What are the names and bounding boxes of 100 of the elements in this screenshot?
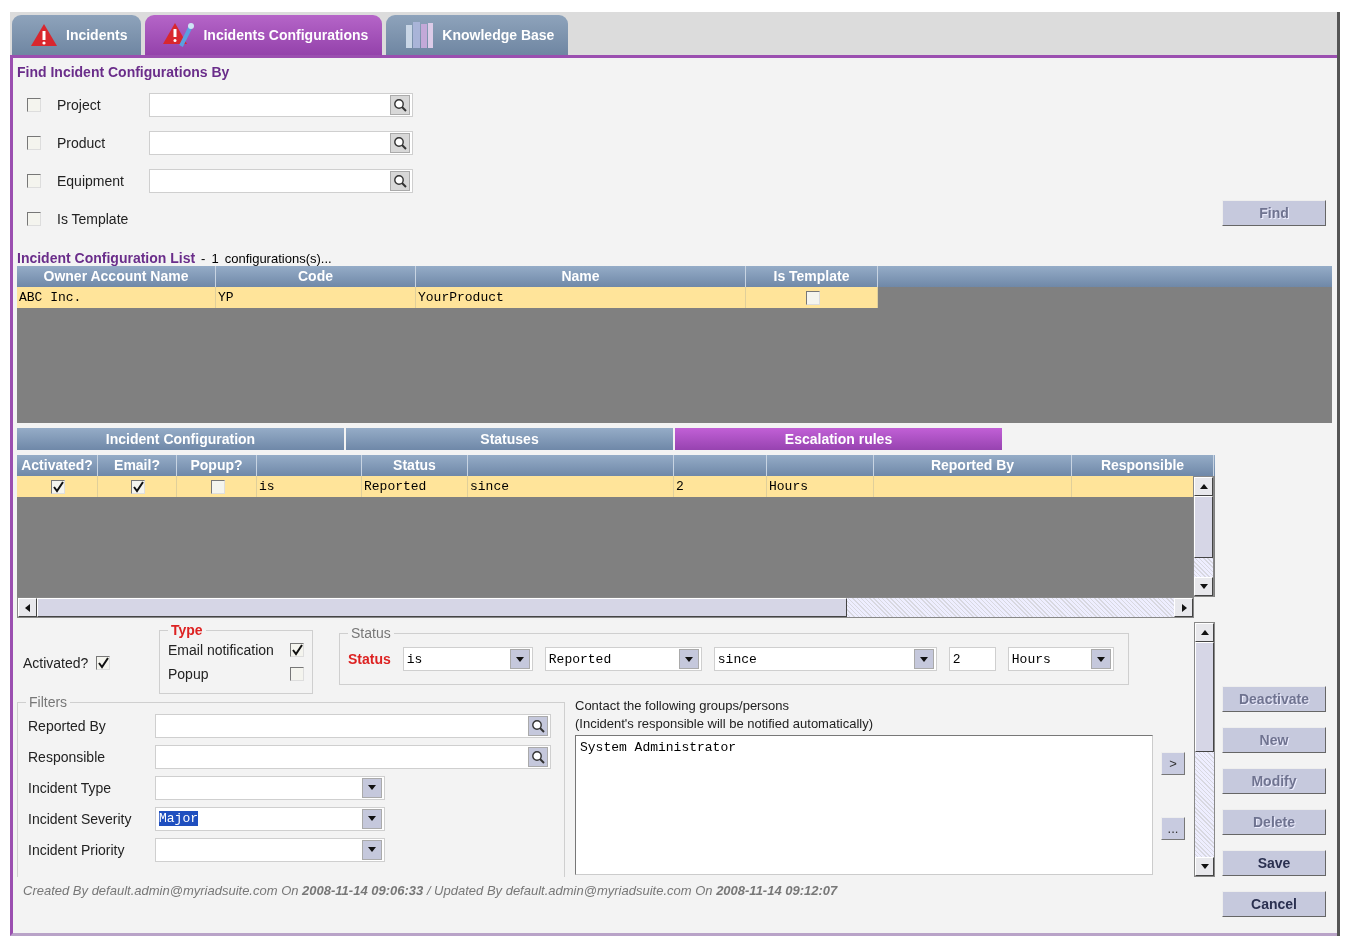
tab[interactable]: Statuses	[346, 428, 673, 450]
search-icon	[393, 98, 407, 112]
action-button[interactable]: Cancel	[1222, 891, 1326, 917]
table-cell: since	[468, 476, 674, 497]
search-button[interactable]	[390, 171, 410, 191]
instruction-text: Contact the following groups/persons	[575, 697, 790, 715]
checkbox[interactable]	[290, 667, 304, 681]
dropdown-field[interactable]: Major	[155, 806, 385, 831]
vertical-scrollbar[interactable]	[1193, 476, 1214, 597]
field-label: Project	[57, 97, 102, 113]
table-cell: Reported	[362, 476, 468, 497]
dropdown-field[interactable]	[155, 775, 385, 800]
tab-label: Knowledge Base	[442, 27, 555, 43]
checkbox[interactable]	[131, 479, 145, 494]
tab-label: Incidents Configurations	[203, 27, 369, 43]
dropdown-button[interactable]	[678, 649, 699, 669]
caret-icon	[1198, 582, 1209, 591]
lookup-field[interactable]	[149, 169, 413, 193]
tab[interactable]: Escalation rules	[675, 428, 1002, 450]
dropdown-field[interactable]: since	[713, 647, 937, 671]
checkbox[interactable]	[27, 136, 41, 150]
caret-icon	[367, 814, 377, 823]
field-label: Is Template	[57, 211, 130, 227]
caret-icon	[367, 783, 377, 792]
warning-wrench-icon	[163, 22, 196, 48]
scroll-down-button[interactable]	[1195, 857, 1214, 876]
audit-text: Created By default.admin@myriadsuite.com On 2008-11-14 09:06:33 / Updated By default.admin@myriadsuite.com On 2008-11-14 09:12:07	[22, 882, 839, 898]
scroll-up-button[interactable]	[1194, 477, 1213, 496]
search-icon	[531, 718, 545, 733]
vertical-scrollbar[interactable]	[1194, 622, 1215, 877]
search-icon	[393, 136, 407, 150]
checkbox[interactable]	[51, 479, 65, 494]
checkbox[interactable]	[210, 479, 225, 494]
search-button[interactable]	[390, 95, 410, 115]
books-icon	[404, 21, 435, 49]
add-button[interactable]: >	[1161, 752, 1185, 775]
recipients-field[interactable]: System Administrator	[575, 735, 1153, 875]
checkbox[interactable]	[27, 174, 41, 188]
option-label: Popup	[168, 666, 209, 682]
number-field[interactable]: 2	[948, 647, 996, 671]
dropdown-field[interactable]: Reported	[544, 647, 702, 671]
checkbox[interactable]	[27, 212, 41, 226]
tab-label: Incidents	[66, 27, 128, 43]
tab[interactable]: Incident Configuration	[17, 428, 344, 450]
lookup-field[interactable]	[155, 744, 551, 769]
scroll-thumb[interactable]	[1195, 642, 1214, 752]
search-button[interactable]	[390, 133, 410, 153]
option-label: Email notification	[168, 642, 274, 658]
table-cell: ABC Inc.	[17, 287, 216, 308]
scroll-thumb[interactable]	[1194, 496, 1213, 558]
lookup-field[interactable]	[149, 131, 413, 155]
dropdown-button[interactable]	[362, 839, 382, 860]
action-button[interactable]: Save	[1222, 850, 1326, 876]
section-title: Find Incident Configurations By	[17, 64, 231, 80]
caret-icon	[683, 654, 694, 664]
lookup-field[interactable]	[149, 93, 413, 117]
instruction-text: (Incident's responsible will be notified automatically)	[575, 715, 875, 733]
tab[interactable]: Incidents Configurations	[145, 15, 383, 55]
checkbox[interactable]	[805, 290, 820, 305]
tab[interactable]: Knowledge Base	[386, 15, 569, 55]
group-legend: Type	[168, 622, 206, 638]
more-button[interactable]: ...	[1161, 817, 1185, 840]
table-cell: is	[257, 476, 362, 497]
scroll-down-button[interactable]	[1194, 577, 1213, 596]
dropdown-button[interactable]	[509, 649, 530, 669]
lookup-field[interactable]	[155, 713, 551, 738]
dropdown-button[interactable]	[913, 649, 934, 669]
table-cell: YP	[216, 287, 416, 308]
field-label: Incident Severity	[28, 810, 133, 827]
horizontal-scrollbar[interactable]	[17, 597, 1194, 618]
dropdown-field[interactable]	[155, 837, 385, 862]
tab[interactable]: Incidents	[12, 15, 142, 55]
field-label: Incident Priority	[28, 841, 126, 858]
table-row[interactable]: ABC Inc. YP YourProduct	[17, 287, 878, 308]
scroll-thumb[interactable]	[37, 598, 847, 617]
dropdown-field[interactable]: Hours	[1007, 647, 1114, 671]
caret-icon	[514, 654, 525, 664]
table-row[interactable]: is Reported since 2 Hours	[17, 476, 1193, 497]
search-button[interactable]	[528, 715, 548, 736]
table-cell: 2	[674, 476, 767, 497]
search-button[interactable]	[528, 746, 548, 767]
dropdown-button[interactable]	[362, 808, 382, 829]
table-cell: Hours	[767, 476, 874, 497]
caret-icon	[1199, 628, 1210, 637]
scroll-left-button[interactable]	[18, 598, 37, 617]
checkbox[interactable]	[96, 656, 111, 670]
scroll-up-button[interactable]	[1195, 623, 1214, 642]
field-label: Reported By	[28, 717, 107, 734]
caret-icon	[1095, 654, 1106, 664]
field-label: Product	[57, 135, 107, 151]
checkbox[interactable]	[290, 643, 304, 657]
scroll-right-button[interactable]	[1174, 598, 1193, 617]
checkbox[interactable]	[27, 98, 41, 112]
dropdown-button[interactable]	[362, 777, 382, 798]
warning-icon	[30, 23, 58, 47]
caret-icon	[1199, 862, 1210, 871]
dropdown-button[interactable]	[1090, 649, 1111, 669]
dropdown-field[interactable]: is	[402, 647, 533, 671]
group-legend: Filters	[26, 694, 71, 710]
search-icon	[393, 174, 407, 188]
